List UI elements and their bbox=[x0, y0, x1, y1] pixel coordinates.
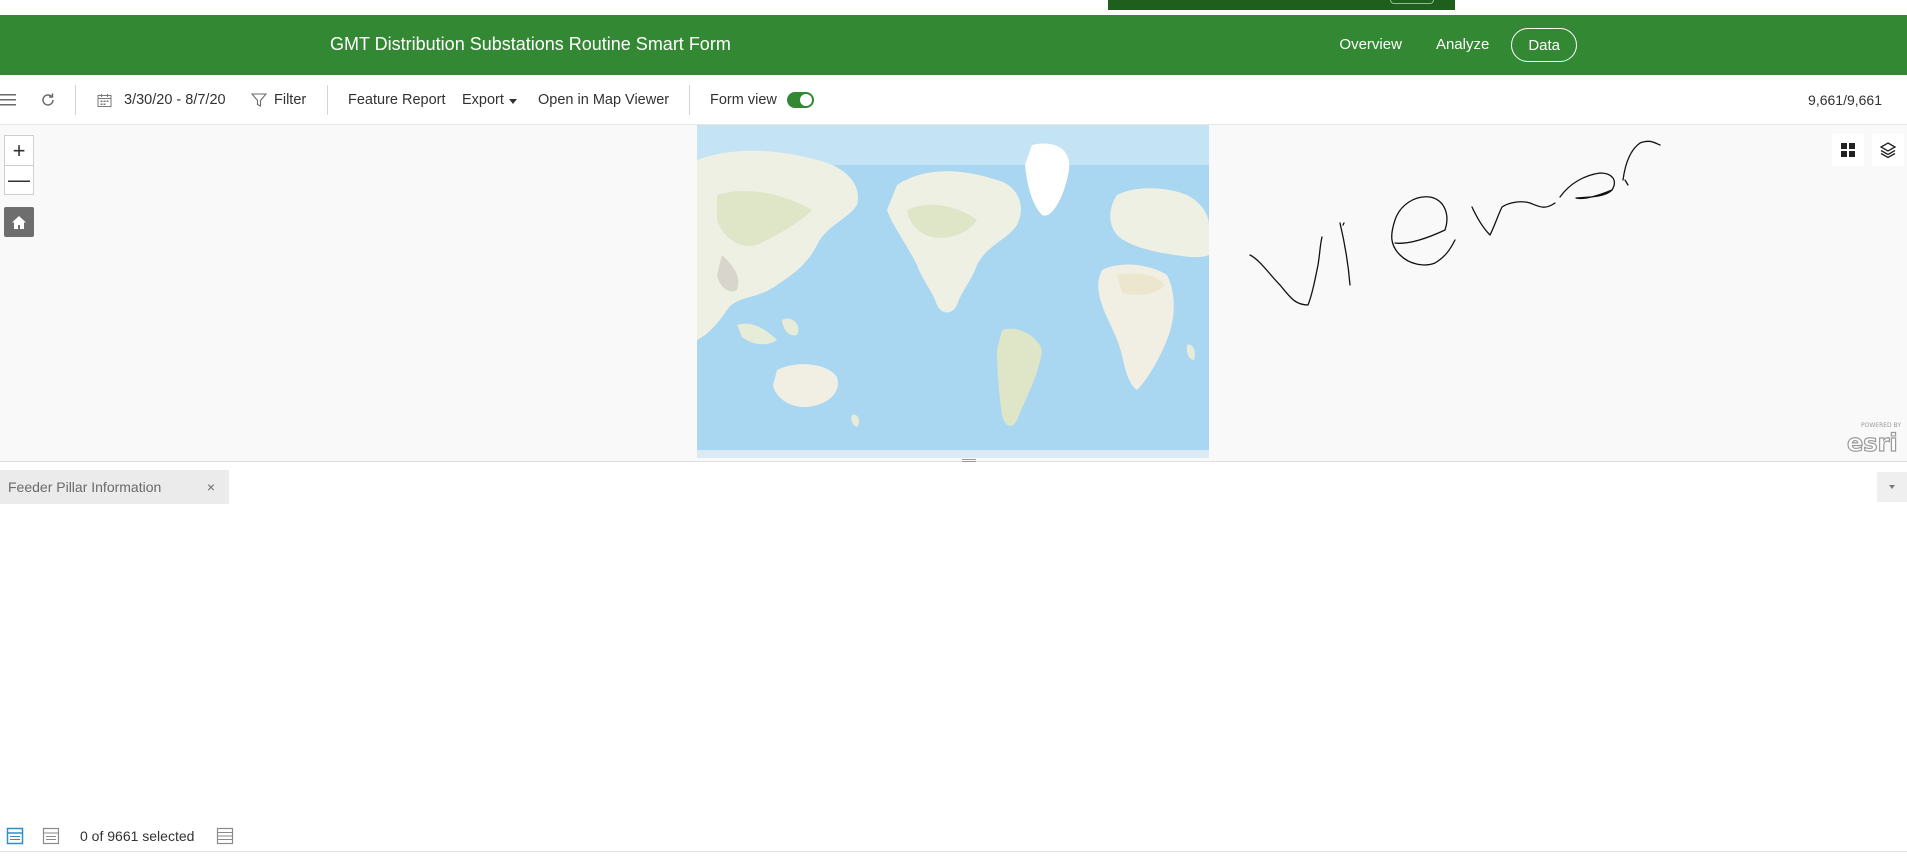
survey-title: GMT Distribution Substations Routine Sma… bbox=[330, 34, 731, 54]
selection-status: 0 of 9661 selected bbox=[80, 828, 195, 844]
layers-icon bbox=[1879, 142, 1897, 159]
feature-report-button[interactable]: Feature Report bbox=[348, 75, 446, 125]
zoom-out-button[interactable]: — bbox=[5, 165, 33, 194]
nav-overview[interactable]: Overview bbox=[1327, 28, 1414, 62]
svg-text:esri: esri bbox=[1847, 429, 1898, 457]
filter-icon bbox=[251, 92, 267, 108]
table-footer: 0 of 9661 selected bbox=[0, 820, 1907, 852]
toggle-switch[interactable] bbox=[786, 92, 814, 108]
date-range-picker[interactable]: 3/30/20 - 8/7/20 bbox=[97, 75, 226, 125]
chevron-down-icon bbox=[1889, 485, 1895, 489]
hamburger-menu-icon[interactable] bbox=[0, 75, 16, 125]
show-selected-records-icon[interactable] bbox=[42, 827, 60, 845]
zoom-in-button[interactable]: + bbox=[5, 136, 33, 165]
top-strip bbox=[0, 0, 1907, 15]
app-header: GMT Distribution Substations Routine Sma… bbox=[0, 15, 1907, 75]
close-icon[interactable]: × bbox=[207, 479, 215, 495]
header-nav: Overview Analyze Data bbox=[1327, 15, 1577, 75]
record-count: 9,661/9,661 bbox=[1808, 92, 1882, 108]
map-view[interactable]: + — POWERED BY esri bbox=[0, 125, 1907, 462]
home-icon bbox=[12, 215, 26, 229]
filter-button[interactable]: Filter bbox=[251, 75, 306, 125]
separator bbox=[327, 85, 328, 115]
separator bbox=[689, 85, 690, 115]
world-basemap[interactable] bbox=[697, 125, 1209, 458]
data-toolbar: 3/30/20 - 8/7/20 Filter Feature Report E… bbox=[0, 75, 1907, 125]
refresh-icon[interactable] bbox=[40, 75, 56, 125]
export-dropdown[interactable]: Export bbox=[462, 75, 517, 125]
handwritten-annotation bbox=[1249, 140, 1661, 306]
table-tab-bar: Feeder Pillar Information × bbox=[0, 470, 1907, 505]
home-button[interactable] bbox=[4, 207, 34, 237]
form-view-toggle[interactable]: Form view bbox=[710, 75, 814, 125]
calendar-icon bbox=[97, 93, 112, 108]
top-overlay-tab bbox=[1108, 0, 1455, 10]
basemap-gallery-icon bbox=[1841, 143, 1855, 157]
basemap-gallery-button[interactable] bbox=[1832, 134, 1864, 166]
tab-label: Feeder Pillar Information bbox=[8, 479, 162, 495]
tab-feeder-pillar-information[interactable]: Feeder Pillar Information × bbox=[0, 470, 229, 504]
export-label: Export bbox=[462, 92, 504, 108]
panel-resize-handle[interactable] bbox=[962, 458, 976, 464]
show-all-records-icon[interactable] bbox=[6, 827, 24, 845]
nav-data[interactable]: Data bbox=[1511, 28, 1577, 62]
open-in-map-viewer-button[interactable]: Open in Map Viewer bbox=[538, 75, 669, 125]
overlay-button[interactable] bbox=[1390, 0, 1434, 4]
svg-text:POWERED BY: POWERED BY bbox=[1861, 422, 1901, 429]
table-options-icon[interactable] bbox=[216, 827, 234, 845]
layers-button[interactable] bbox=[1872, 134, 1904, 166]
zoom-control: + — bbox=[4, 135, 34, 195]
separator bbox=[75, 85, 76, 115]
date-range-label: 3/30/20 - 8/7/20 bbox=[124, 92, 226, 108]
chevron-down-icon bbox=[508, 98, 517, 104]
form-view-label: Form view bbox=[710, 92, 777, 108]
panel-options-button[interactable] bbox=[1877, 472, 1907, 502]
esri-logo: POWERED BY esri bbox=[1846, 422, 1901, 457]
nav-analyze[interactable]: Analyze bbox=[1424, 28, 1501, 62]
filter-label: Filter bbox=[274, 92, 307, 108]
